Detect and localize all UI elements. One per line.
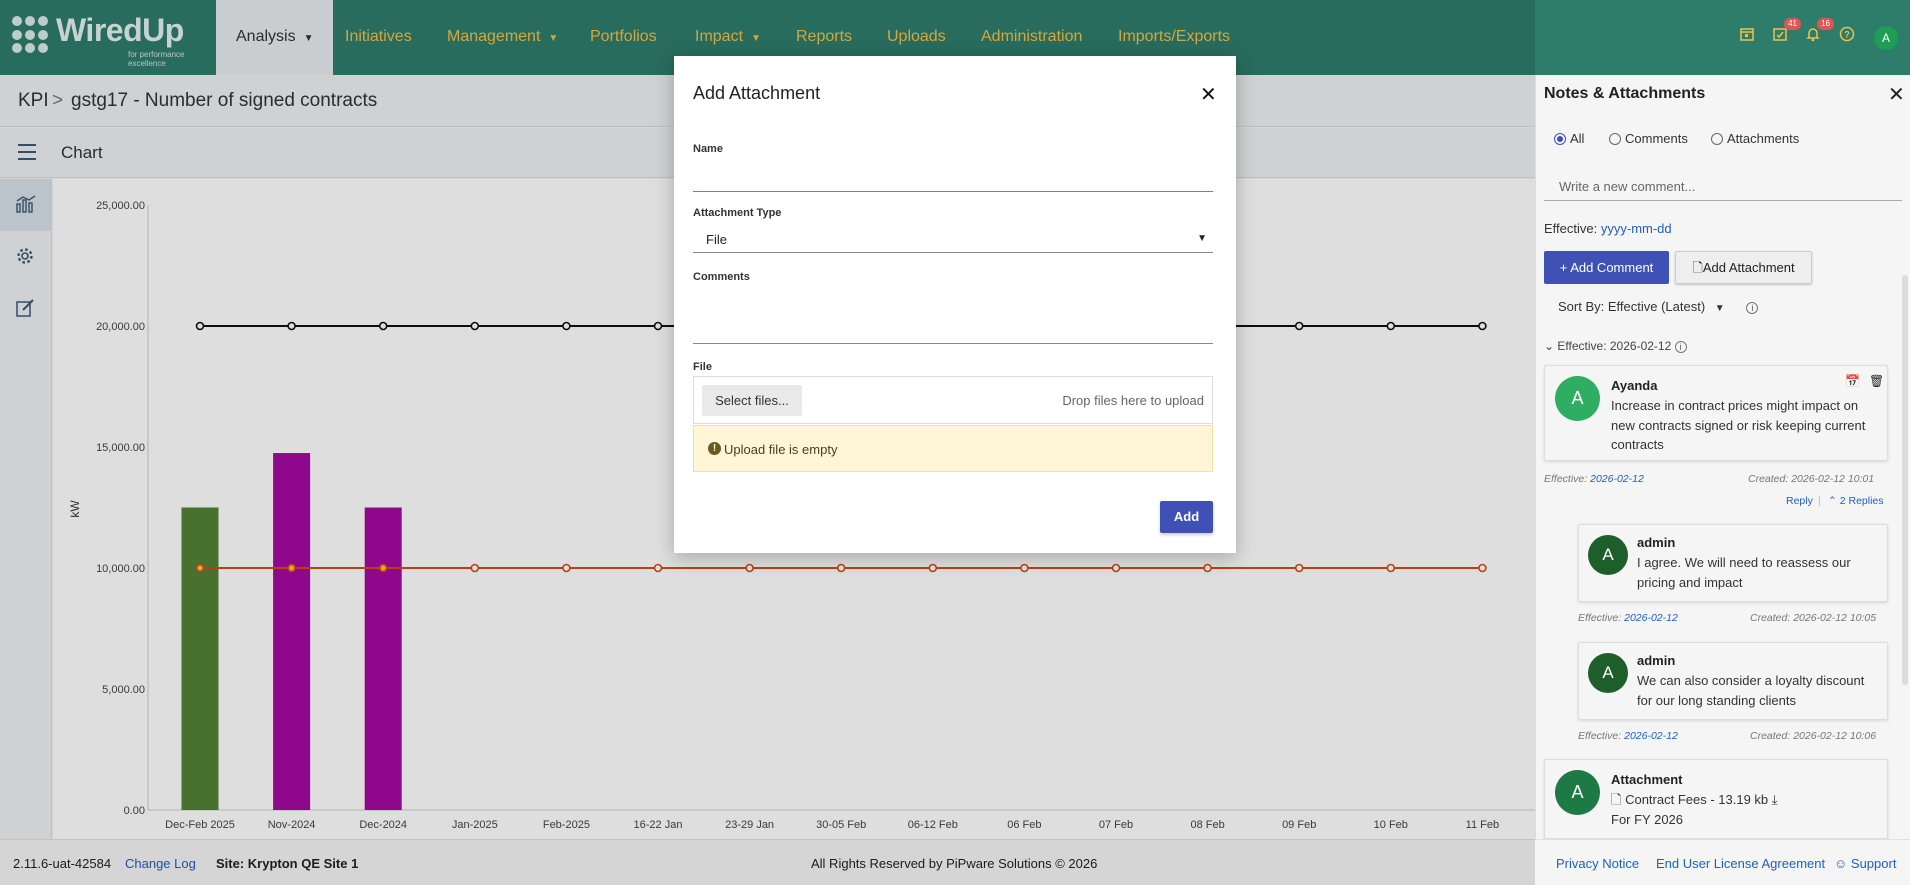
support-link[interactable]: ☺ Support bbox=[1834, 856, 1896, 871]
radio-checked-icon bbox=[1554, 133, 1566, 145]
group-label: Effective: 2026-02-12 bbox=[1557, 339, 1672, 353]
attachment-title: Attachment bbox=[1611, 772, 1683, 787]
new-comment-input[interactable]: Write a new comment... bbox=[1544, 169, 1902, 201]
reply-created: Created: 2026-02-12 10:05 bbox=[1750, 612, 1877, 624]
support-label: Support bbox=[1850, 856, 1897, 871]
drop-hint: Drop files here to upload bbox=[1062, 393, 1204, 408]
add-attachment-label: Add Attachment bbox=[1702, 260, 1795, 275]
file-drop-zone[interactable]: Select files... Drop files here to uploa… bbox=[693, 376, 1213, 424]
support-icon: ☺ bbox=[1834, 856, 1848, 871]
chevron-down-icon: ⌄ bbox=[1544, 339, 1555, 353]
attachment-file-link[interactable]: 🗋 Contract Fees - 13.19 kb ⤓ bbox=[1611, 790, 1778, 810]
replies-toggle[interactable]: ⌃ 2 Replies bbox=[1828, 495, 1884, 507]
close-icon[interactable]: ✕ bbox=[1888, 82, 1905, 107]
effective-date-row: Effective: yyyy-mm-dd bbox=[1544, 221, 1672, 236]
comment-author: Ayanda bbox=[1611, 378, 1658, 393]
avatar: A bbox=[1588, 535, 1628, 575]
comment-card: A Ayanda Increase in contract prices mig… bbox=[1544, 365, 1888, 461]
chevron-down-icon: ▼ bbox=[1197, 233, 1207, 244]
reply-meta: Effective: 2026-02-12 bbox=[1578, 730, 1678, 742]
trash-icon[interactable]: 🗑 bbox=[1869, 374, 1884, 388]
reply-card: A admin We can also consider a loyalty d… bbox=[1578, 642, 1888, 720]
add-comment-button[interactable]: + Add Comment bbox=[1544, 251, 1669, 284]
reply-text: I agree. We will need to reassess our pr… bbox=[1637, 555, 1851, 590]
sort-by-label: Sort By: Effective (Latest) bbox=[1558, 299, 1706, 314]
add-attachment-dialog: Add Attachment ✕ Name Attachment Type Fi… bbox=[674, 56, 1236, 553]
calendar-icon[interactable] bbox=[1736, 26, 1758, 48]
reply-created: Created: 2026-02-12 10:06 bbox=[1750, 730, 1877, 742]
name-label: Name bbox=[693, 143, 723, 155]
effective-date-link[interactable]: 2026-02-12 bbox=[1624, 730, 1678, 742]
attachment-card: A Attachment 🗋 Contract Fees - 13.19 kb … bbox=[1544, 759, 1888, 839]
reply-card: A admin I agree. We will need to reasses… bbox=[1578, 524, 1888, 602]
attachment-comment: For FY 2026 bbox=[1611, 812, 1684, 827]
attachment-type-value: File bbox=[706, 232, 727, 247]
comments-label: Comments bbox=[693, 271, 750, 283]
radio-unchecked-icon bbox=[1609, 133, 1621, 145]
eula-link[interactable]: End User License Agreement bbox=[1656, 856, 1825, 871]
dialog-title: Add Attachment bbox=[693, 83, 821, 103]
name-input[interactable] bbox=[693, 168, 1213, 192]
close-icon[interactable]: ✕ bbox=[1200, 82, 1217, 107]
notes-panel-title: Notes & Attachments bbox=[1544, 85, 1706, 102]
select-files-button[interactable]: Select files... bbox=[702, 385, 802, 416]
notes-attachments-panel: Notes & Attachments ✕ All Comments Attac… bbox=[1535, 75, 1910, 839]
group-header[interactable]: ⌄ Effective: 2026-02-12 i bbox=[1544, 339, 1687, 353]
attachment-file-name: Contract Fees - 13.19 kb bbox=[1625, 792, 1769, 807]
file-icon: 🗋 bbox=[1692, 260, 1703, 275]
effective-date-input[interactable]: yyyy-mm-dd bbox=[1601, 221, 1672, 236]
filter-comments-radio[interactable]: Comments bbox=[1609, 131, 1688, 146]
privacy-notice-link[interactable]: Privacy Notice bbox=[1556, 856, 1639, 871]
warning-icon: ! bbox=[708, 442, 721, 455]
filter-attachments-radio[interactable]: Attachments bbox=[1711, 131, 1799, 146]
radio-label: Comments bbox=[1625, 131, 1688, 146]
add-button[interactable]: Add bbox=[1160, 501, 1213, 533]
calendar-icon[interactable]: 📅 bbox=[1845, 374, 1860, 388]
tasks-badge: 41 bbox=[1784, 18, 1801, 30]
file-label: File bbox=[693, 361, 712, 373]
radio-label: All bbox=[1570, 131, 1585, 146]
avatar: A bbox=[1555, 376, 1600, 421]
sort-by-select[interactable]: Sort By: Effective (Latest) ▼ i bbox=[1558, 299, 1759, 314]
comments-textarea[interactable] bbox=[693, 296, 1213, 344]
radio-label: Attachments bbox=[1727, 131, 1800, 146]
notifications-badge: 16 bbox=[1817, 18, 1834, 30]
effective-date-link[interactable]: 2026-02-12 bbox=[1590, 473, 1644, 485]
reply-link[interactable]: Reply bbox=[1786, 495, 1813, 507]
bell-icon[interactable]: 16 bbox=[1802, 18, 1834, 48]
user-avatar[interactable]: A bbox=[1874, 26, 1898, 50]
info-icon: i bbox=[1746, 302, 1759, 314]
avatar: A bbox=[1555, 770, 1600, 815]
comment-text: Increase in contract prices might impact… bbox=[1611, 398, 1866, 452]
effective-label: Effective: bbox=[1544, 221, 1598, 236]
file-icon: 🗋 bbox=[1611, 792, 1622, 807]
svg-text:?: ? bbox=[1844, 30, 1850, 40]
radio-unchecked-icon bbox=[1711, 133, 1723, 145]
scrollbar[interactable] bbox=[1902, 275, 1908, 685]
tasks-icon[interactable]: 41 bbox=[1769, 18, 1801, 48]
help-icon[interactable]: ? bbox=[1836, 26, 1858, 48]
effective-date-link[interactable]: 2026-02-12 bbox=[1624, 612, 1678, 624]
add-attachment-button[interactable]: 🗋Add Attachment bbox=[1675, 251, 1812, 284]
attachment-type-label: Attachment Type bbox=[693, 207, 782, 219]
comment-created: Created: 2026-02-12 10:01 bbox=[1748, 473, 1875, 485]
filter-all-radio[interactable]: All bbox=[1554, 131, 1584, 146]
download-icon[interactable]: ⤓ bbox=[1772, 792, 1778, 807]
chevron-down-icon: ▼ bbox=[1714, 303, 1725, 314]
validation-warning: ! Upload file is empty bbox=[693, 425, 1213, 472]
separator: | bbox=[1818, 495, 1821, 507]
chevron-up-icon: ⌃ bbox=[1828, 495, 1837, 507]
comment-meta: Effective: 2026-02-12 bbox=[1544, 473, 1644, 485]
info-icon: i bbox=[1674, 341, 1687, 353]
attachment-type-select[interactable]: File ▼ bbox=[693, 229, 1213, 253]
reply-text: We can also consider a loyalty discount … bbox=[1637, 673, 1865, 708]
warning-text: Upload file is empty bbox=[724, 442, 838, 457]
reply-author: admin bbox=[1637, 535, 1676, 550]
avatar: A bbox=[1588, 653, 1628, 693]
reply-author: admin bbox=[1637, 653, 1676, 668]
reply-meta: Effective: 2026-02-12 bbox=[1578, 612, 1678, 624]
